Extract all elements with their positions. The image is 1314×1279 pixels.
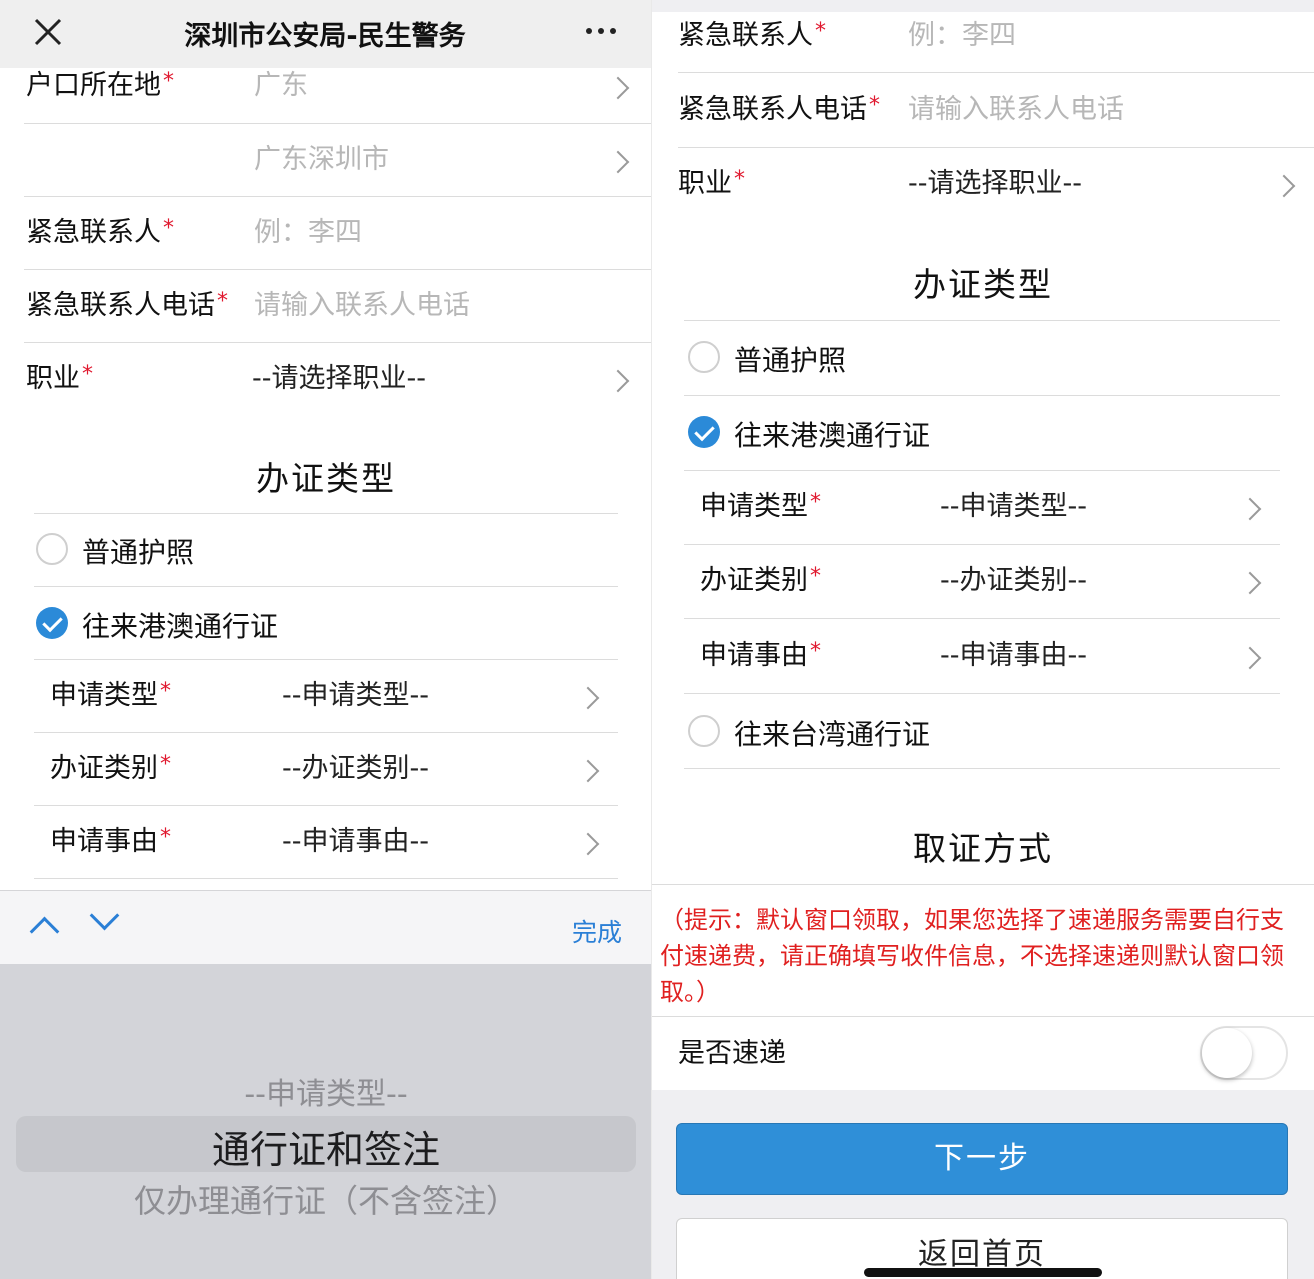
apply-reason-row[interactable]: 申请事由* --申请事由-- xyxy=(0,806,652,878)
occupation-select: --请选择职业-- xyxy=(908,168,1082,199)
chevron-right-icon xyxy=(1238,497,1262,521)
chevron-right-icon xyxy=(576,686,600,710)
residence-city-row[interactable]: 广东深圳市 xyxy=(0,124,652,196)
apply-reason-select: --申请事由-- xyxy=(282,826,429,857)
apply-type-label: 申请类型* xyxy=(700,490,821,522)
contact-input[interactable]: 例：李四 xyxy=(254,197,362,269)
picker-option[interactable]: --申请类型-- xyxy=(0,1069,652,1113)
cert-category-row[interactable]: 办证类别* --办证类别-- xyxy=(0,733,652,805)
keyboard-accessory-bar: 完成 xyxy=(0,890,652,965)
radio-taiwan-label[interactable]: 往来台湾通行证 xyxy=(734,713,930,753)
cert-category-label: 办证类别* xyxy=(50,752,171,784)
occupation-label: 职业* xyxy=(678,167,745,199)
contact-label: 紧急联系人* xyxy=(26,216,174,248)
radio-hk-macau-label[interactable]: 往来港澳通行证 xyxy=(82,605,278,645)
radio-hk-macau[interactable] xyxy=(688,416,720,448)
residence-city-value: 广东深圳市 xyxy=(254,144,389,175)
phone-input[interactable]: 请输入联系人电话 xyxy=(908,74,1124,146)
radio-hk-macau[interactable] xyxy=(36,607,68,639)
radio-passport[interactable] xyxy=(688,341,720,373)
apply-reason-select: --申请事由-- xyxy=(940,640,1087,671)
contact-input[interactable]: 例：李四 xyxy=(908,0,1016,72)
chevron-right-icon xyxy=(606,76,630,100)
radio-passport-label[interactable]: 普通护照 xyxy=(734,339,846,379)
radio-passport-label[interactable]: 普通护照 xyxy=(82,531,194,571)
chevron-right-icon xyxy=(1238,646,1262,670)
contact-row: 紧急联系人* 例：李四 xyxy=(0,197,652,269)
occupation-row[interactable]: 职业* --请选择职业-- xyxy=(652,148,1314,220)
phone-input[interactable]: 请输入联系人电话 xyxy=(254,270,470,342)
phone-row: 紧急联系人电话* 请输入联系人电话 xyxy=(0,270,652,342)
cert-category-row[interactable]: 办证类别* --办证类别-- xyxy=(652,545,1314,617)
cert-type-title: 办证类型 xyxy=(913,265,1053,304)
occupation-label: 职业* xyxy=(26,362,93,394)
home-indicator xyxy=(864,1268,1102,1277)
picker-wheel[interactable]: --申请类型-- 通行证和签注 仅办理通行证（不含签注） xyxy=(0,964,652,1279)
contact-label: 紧急联系人* xyxy=(678,19,826,51)
close-icon[interactable] xyxy=(30,14,66,50)
right-screen: 紧急联系人* 例：李四 紧急联系人电话* 请输入联系人电话 职业* --请选择职… xyxy=(652,0,1314,1279)
chevron-right-icon xyxy=(576,759,600,783)
left-screen: 深圳市公安局-民生警务 户口所在地* 广东 广东深圳市 紧急联系人* 例：李四 … xyxy=(0,0,652,1279)
express-label: 是否速递 xyxy=(678,1038,786,1069)
chevron-right-icon xyxy=(1238,571,1262,595)
done-button[interactable]: 完成 xyxy=(572,913,622,949)
phone-row: 紧急联系人电话* 请输入联系人电话 xyxy=(652,74,1314,146)
chevron-down-icon[interactable] xyxy=(89,900,120,931)
page-title: 深圳市公安局-民生警务 xyxy=(184,21,466,52)
apply-reason-label: 申请事由* xyxy=(700,639,821,671)
chevron-right-icon xyxy=(576,832,600,856)
pickup-method-title: 取证方式 xyxy=(913,829,1053,868)
cert-category-select: --办证类别-- xyxy=(282,753,429,784)
apply-type-select: --申请类型-- xyxy=(282,680,429,711)
chevron-right-icon xyxy=(606,150,630,174)
apply-reason-label: 申请事由* xyxy=(50,825,171,857)
apply-type-row[interactable]: 申请类型* --申请类型-- xyxy=(652,471,1314,543)
chevron-up-icon[interactable] xyxy=(29,916,60,947)
radio-taiwan[interactable] xyxy=(688,715,720,747)
more-icon[interactable] xyxy=(586,28,616,34)
apply-type-row[interactable]: 申请类型* --申请类型-- xyxy=(0,660,652,732)
radio-passport[interactable] xyxy=(36,533,68,565)
picker-option[interactable]: 仅办理通行证（不含签注） xyxy=(0,1176,652,1222)
contact-row: 紧急联系人* 例：李四 xyxy=(652,0,1314,72)
pickup-notice: （提示：默认窗口领取，如果您选择了速递服务需要自行支付速递费，请正确填写收件信息… xyxy=(660,906,1284,1006)
occupation-row[interactable]: 职业* --请选择职业-- xyxy=(0,343,652,415)
apply-type-label: 申请类型* xyxy=(50,679,171,711)
cert-category-label: 办证类别* xyxy=(700,564,821,596)
residence-province-value: 广东 xyxy=(254,70,308,101)
residence-label: 户口所在地* xyxy=(26,69,174,101)
next-step-button[interactable]: 下一步 xyxy=(676,1123,1288,1195)
picker-option-selected[interactable]: 通行证和签注 xyxy=(0,1119,652,1174)
residence-province-row[interactable]: 户口所在地* 广东 xyxy=(0,50,652,122)
cert-type-title: 办证类型 xyxy=(256,459,396,498)
phone-label: 紧急联系人电话* xyxy=(26,289,228,321)
occupation-select: --请选择职业-- xyxy=(252,363,426,394)
phone-label: 紧急联系人电话* xyxy=(678,93,880,125)
apply-reason-row[interactable]: 申请事由* --申请事由-- xyxy=(652,620,1314,692)
radio-hk-macau-label[interactable]: 往来港澳通行证 xyxy=(734,414,930,454)
apply-type-select: --申请类型-- xyxy=(940,491,1087,522)
express-toggle[interactable] xyxy=(1200,1026,1288,1080)
chevron-right-icon xyxy=(606,369,630,393)
chevron-right-icon xyxy=(1272,174,1296,198)
cert-category-select: --办证类别-- xyxy=(940,565,1087,596)
